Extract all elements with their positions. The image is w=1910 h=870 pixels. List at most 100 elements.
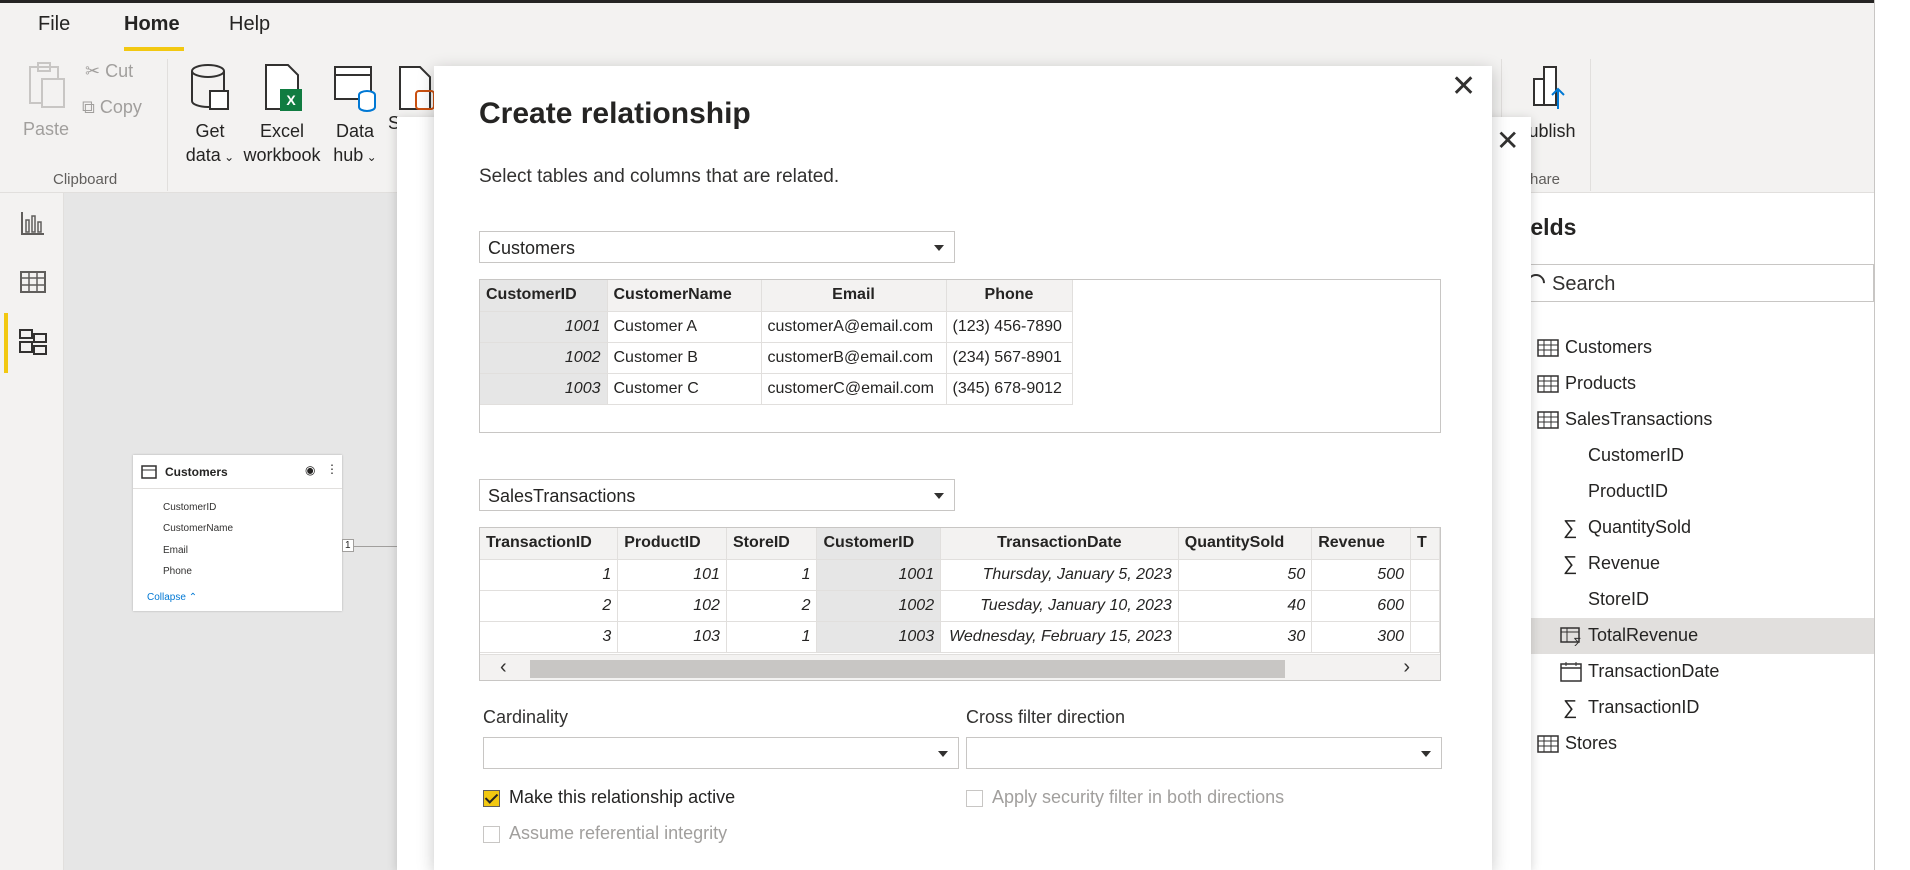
- column-header[interactable]: CustomerName: [607, 280, 762, 312]
- more-options-icon[interactable]: ⋮: [326, 462, 338, 476]
- close-icon[interactable]: ✕: [1451, 72, 1476, 102]
- table-cell[interactable]: 1: [726, 621, 818, 653]
- table2-select-value: SalesTransactions: [488, 486, 636, 506]
- referential-integrity-checkbox[interactable]: [483, 826, 500, 843]
- make-active-checkbox[interactable]: [483, 790, 500, 807]
- table-cell[interactable]: 1001: [480, 311, 608, 343]
- column-header[interactable]: TransactionDate: [940, 528, 1179, 560]
- horizontal-scrollbar[interactable]: ‹ ›: [480, 654, 1440, 680]
- cross-filter-dropdown[interactable]: [966, 737, 1442, 769]
- table-cell[interactable]: 1003: [816, 621, 942, 653]
- field-table-products[interactable]: Products: [1531, 366, 1874, 402]
- table-cell[interactable]: 1002: [816, 590, 942, 622]
- measure-table-icon: ∑: [1560, 627, 1581, 646]
- model-field[interactable]: CustomerName: [163, 523, 233, 534]
- field-column-storeid[interactable]: StoreID: [1531, 582, 1874, 618]
- model-field[interactable]: CustomerID: [163, 502, 216, 513]
- table-cell[interactable]: 1: [726, 559, 818, 591]
- model-field[interactable]: Phone: [163, 566, 192, 577]
- model-table-card[interactable]: Customers ◉ ⋮ CustomerID CustomerName Em…: [133, 455, 342, 611]
- cardinality-dropdown[interactable]: [483, 737, 959, 769]
- tab-home[interactable]: Home: [124, 13, 180, 36]
- column-header[interactable]: StoreID: [726, 528, 818, 560]
- data-view-button[interactable]: [18, 267, 48, 297]
- table-cell[interactable]: [1410, 621, 1440, 653]
- column-header[interactable]: CustomerID: [816, 528, 942, 560]
- field-column-transactiondate[interactable]: TransactionDate: [1531, 654, 1874, 690]
- field-column-transactionid[interactable]: ∑ TransactionID: [1531, 690, 1874, 726]
- table-cell[interactable]: (345) 678-9012: [946, 373, 1073, 405]
- cut-button[interactable]: ✂ Cut: [85, 61, 133, 82]
- table-cell[interactable]: 50: [1178, 559, 1313, 591]
- field-measure-totalrevenue[interactable]: ∑ TotalRevenue: [1531, 618, 1874, 654]
- column-header[interactable]: Phone: [946, 280, 1073, 312]
- table-cell[interactable]: 40: [1178, 590, 1313, 622]
- paste-button[interactable]: Paste: [22, 61, 70, 141]
- excel-workbook-button[interactable]: X Excel workbook: [242, 63, 322, 167]
- table-cell[interactable]: 300: [1311, 621, 1411, 653]
- table-cell[interactable]: [1410, 559, 1440, 591]
- field-table-salestransactions[interactable]: SalesTransactions: [1531, 402, 1874, 438]
- copy-button[interactable]: ⧉ Copy: [82, 97, 142, 118]
- table-cell[interactable]: 3: [480, 621, 619, 653]
- table-cell[interactable]: 2: [726, 590, 818, 622]
- table-cell[interactable]: [1410, 590, 1440, 622]
- table-cell[interactable]: customerB@email.com: [761, 342, 947, 374]
- close-icon[interactable]: ✕: [1496, 124, 1519, 157]
- ribbon-tabs: File Home Help: [0, 3, 1874, 51]
- get-data-button[interactable]: Get data ⌄: [180, 63, 240, 169]
- field-column-customerid[interactable]: CustomerID: [1531, 438, 1874, 474]
- table-cell[interactable]: 600: [1311, 590, 1411, 622]
- table-cell[interactable]: 1001: [816, 559, 942, 591]
- table-cell[interactable]: customerA@email.com: [761, 311, 947, 343]
- table-cell[interactable]: Thursday, January 5, 2023: [940, 559, 1179, 591]
- report-view-button[interactable]: [18, 208, 48, 238]
- table-cell[interactable]: Wednesday, February 15, 2023: [940, 621, 1179, 653]
- tab-file[interactable]: File: [38, 13, 70, 36]
- data-hub-button[interactable]: Data hub ⌄: [328, 63, 382, 169]
- chevron-right-icon[interactable]: ›: [1403, 656, 1410, 679]
- table-cell[interactable]: Customer A: [607, 311, 762, 343]
- column-header[interactable]: ProductID: [617, 528, 727, 560]
- model-view-button[interactable]: [18, 326, 48, 356]
- table-cell[interactable]: (234) 567-8901: [946, 342, 1073, 374]
- scrollbar-thumb[interactable]: [530, 660, 1285, 678]
- chevron-left-icon[interactable]: ‹: [500, 656, 507, 679]
- field-column-productid[interactable]: ProductID: [1531, 474, 1874, 510]
- table-cell[interactable]: Customer B: [607, 342, 762, 374]
- table-cell[interactable]: 1: [480, 559, 619, 591]
- field-table-customers[interactable]: Customers: [1531, 330, 1874, 366]
- fields-search-input[interactable]: Search: [1523, 264, 1874, 302]
- model-field[interactable]: Email: [163, 545, 188, 556]
- column-header[interactable]: QuantitySold: [1178, 528, 1313, 560]
- field-label: TransactionDate: [1588, 661, 1720, 681]
- relationship-line[interactable]: [352, 546, 397, 547]
- eye-icon[interactable]: ◉: [305, 463, 315, 477]
- collapse-link[interactable]: Collapse ⌃: [147, 592, 197, 603]
- table1-select[interactable]: Customers: [479, 231, 955, 263]
- column-header[interactable]: CustomerID: [480, 280, 608, 312]
- field-column-revenue[interactable]: ∑ Revenue: [1531, 546, 1874, 582]
- field-table-stores[interactable]: Stores: [1531, 726, 1874, 762]
- table-cell[interactable]: 1003: [480, 373, 608, 405]
- table-cell[interactable]: 500: [1311, 559, 1411, 591]
- table-cell[interactable]: (123) 456-7890: [946, 311, 1073, 343]
- field-column-quantitysold[interactable]: ∑ QuantitySold: [1531, 510, 1874, 546]
- column-header[interactable]: Email: [761, 280, 947, 312]
- table-cell[interactable]: Tuesday, January 10, 2023: [940, 590, 1179, 622]
- table-cell[interactable]: 101: [617, 559, 727, 591]
- table-cell[interactable]: 2: [480, 590, 619, 622]
- table-cell[interactable]: 102: [617, 590, 727, 622]
- column-header[interactable]: Revenue: [1311, 528, 1411, 560]
- table-cell[interactable]: 103: [617, 621, 727, 653]
- apply-security-checkbox[interactable]: [966, 790, 983, 807]
- table-cell[interactable]: Customer C: [607, 373, 762, 405]
- column-header[interactable]: TransactionID: [480, 528, 619, 560]
- tab-help[interactable]: Help: [229, 13, 270, 36]
- column-header[interactable]: T: [1410, 528, 1440, 560]
- table-cell[interactable]: 1002: [480, 342, 608, 374]
- table2-select[interactable]: SalesTransactions: [479, 479, 955, 511]
- window-scrollbar[interactable]: [1874, 0, 1910, 870]
- table-cell[interactable]: customerC@email.com: [761, 373, 947, 405]
- table-cell[interactable]: 30: [1178, 621, 1313, 653]
